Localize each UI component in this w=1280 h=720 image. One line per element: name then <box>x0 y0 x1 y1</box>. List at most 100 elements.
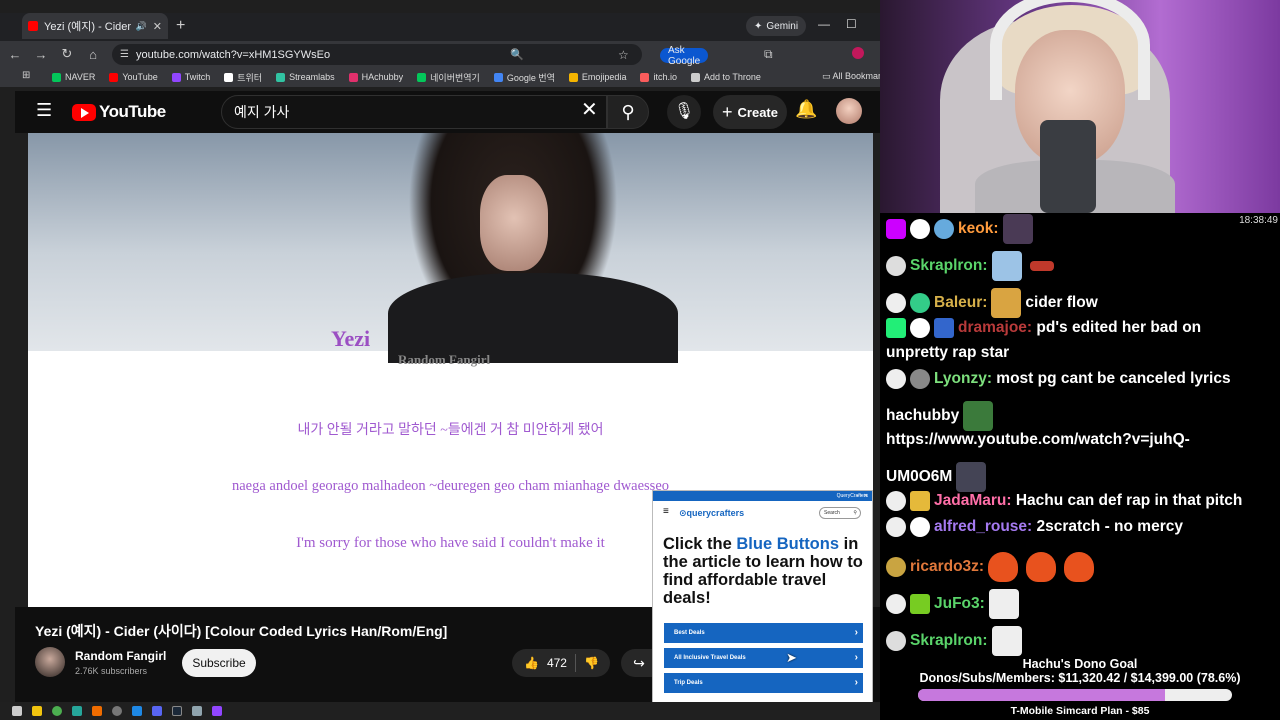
discord-icon[interactable] <box>152 706 162 716</box>
apps-icon[interactable]: ⊞ <box>22 70 30 81</box>
chrome-icon[interactable] <box>52 706 62 716</box>
bookmark-item[interactable]: Add to Throne <box>690 72 761 82</box>
chat-link[interactable]: UM0O6M <box>886 468 952 485</box>
bookmark-item[interactable]: 네이버번역기 <box>417 71 480 84</box>
emote-icon <box>1002 214 1033 244</box>
notifications-bell-icon[interactable]: 🔔 <box>795 99 817 120</box>
ad-window-controls-icon[interactable]: – ▫ ✕ <box>856 491 868 501</box>
app-icon[interactable] <box>132 706 142 716</box>
reload-icon[interactable]: ↻ <box>56 46 78 62</box>
ad-button-all-inclusive[interactable]: All Inclusive Travel Deals <box>664 648 863 668</box>
profile-icon[interactable] <box>852 47 864 59</box>
user-badge-icon <box>886 594 906 614</box>
create-button[interactable]: + Create <box>713 95 787 129</box>
tab-youtube[interactable]: Yezi (예지) - Cider (사이다) 🔊 ✕ <box>22 13 168 39</box>
chat-username[interactable]: JuFo3: <box>934 595 985 612</box>
steam-icon[interactable] <box>172 706 182 716</box>
app-icon[interactable] <box>72 706 82 716</box>
webcam-feed <box>880 0 1280 213</box>
chat-username[interactable]: Skraplron: <box>910 632 988 649</box>
search-input[interactable]: 예지 가사 <box>221 95 607 129</box>
chat-username[interactable]: Skraplron: <box>910 257 988 274</box>
home-icon[interactable]: ⌂ <box>82 47 104 62</box>
maximize-icon[interactable]: ☐ <box>846 17 857 31</box>
thumbs-down-icon[interactable]: 👎 <box>584 656 599 670</box>
extensions-icon[interactable]: ⧉ <box>764 47 773 62</box>
ad-button-trip-deals[interactable]: Trip Deals <box>664 673 863 693</box>
chat-username[interactable]: keok: <box>958 220 999 237</box>
bookmark-item[interactable]: Twitch <box>171 72 210 82</box>
twitch-icon[interactable] <box>212 706 222 716</box>
account-avatar[interactable] <box>836 98 862 124</box>
ad-menu-icon[interactable]: ≡ <box>663 506 669 517</box>
browser-window: Yezi (예지) - Cider (사이다) 🔊 ✕ + ✦Gemini — … <box>0 0 886 711</box>
chat-username[interactable]: Baleur: <box>934 294 987 311</box>
chat-username[interactable]: ricardo3z: <box>910 558 984 575</box>
user-badge-icon <box>886 557 906 577</box>
chat-link[interactable]: https://www.youtube.com/watch?v=juhQ- <box>886 427 1190 452</box>
new-tab-button[interactable]: + <box>176 17 185 35</box>
chat-text: Hachu can def rap in that pitch <box>1015 492 1243 509</box>
lyric-hangul: 내가 안될 거라고 말하던 ~들에겐 거 참 미안하게 됐어 <box>297 423 604 438</box>
back-icon[interactable]: ← <box>4 47 26 62</box>
bookmark-item[interactable]: YouTube <box>109 72 158 82</box>
bookmark-item[interactable]: Streamlabs <box>276 72 335 82</box>
chat-username[interactable]: Lyonzy: <box>934 370 992 387</box>
obs-icon[interactable] <box>112 706 122 716</box>
site-info-icon[interactable]: ☰ <box>120 49 129 60</box>
zoom-icon[interactable]: 🔍 <box>510 48 524 61</box>
divider <box>574 654 576 672</box>
gemini-icon: ✦ <box>754 20 763 32</box>
fire-emote-icon <box>1026 552 1057 582</box>
chat-username[interactable]: dramajoe: <box>958 319 1032 336</box>
audio-icon[interactable]: 🔊 <box>136 21 147 32</box>
voice-search-icon[interactable]: 🎙 <box>667 95 701 129</box>
tab-bar: Yezi (예지) - Cider (사이다) 🔊 ✕ + ✦Gemini — … <box>0 13 880 41</box>
address-bar[interactable]: ☰ youtube.com/watch?v=xHM1SGYWsEo 🔍 Ask … <box>112 44 709 67</box>
all-bookmarks[interactable]: ▭ All Bookmark <box>822 71 886 82</box>
chat-message: JadaMaru: Hachu can def rap in that pitc… <box>886 488 1242 513</box>
bookmark-item[interactable]: itch.io <box>640 72 677 82</box>
ad-search-input[interactable]: Search ⚲ <box>819 507 861 519</box>
bookmark-item[interactable]: HAchubby <box>348 72 403 82</box>
chat-message: alfred_rouse: 2scratch - no mercy <box>886 514 1183 539</box>
chat-text: cider flow <box>1025 294 1098 312</box>
search-button[interactable]: ⚲ <box>607 95 649 129</box>
start-icon[interactable] <box>12 706 22 716</box>
menu-icon[interactable]: ☰ <box>36 100 52 121</box>
bookmark-item[interactable]: Google 번역 <box>493 71 555 84</box>
ad-button-best-deals[interactable]: Best Deals <box>664 623 863 643</box>
like-button[interactable]: 👍 472 <box>512 656 567 670</box>
ad-search-label: Search <box>824 510 840 516</box>
close-tab-icon[interactable]: ✕ <box>153 20 162 33</box>
explorer-icon[interactable] <box>32 706 42 716</box>
subscribe-button[interactable]: Subscribe <box>182 649 256 677</box>
like-count: 472 <box>546 656 567 670</box>
clear-search-icon[interactable]: ✕ <box>581 97 598 122</box>
bookmark-favicon-icon <box>224 72 234 82</box>
channel-watermark: Random Fangirl <box>398 352 491 367</box>
ad-brand[interactable]: ⊙querycrafters <box>679 508 744 519</box>
goal-progress-fill <box>918 689 1165 701</box>
user-badge-icon <box>910 594 930 614</box>
bookmark-item[interactable]: Emojipedia <box>568 72 626 82</box>
cat-emote-icon <box>988 589 1019 619</box>
ad-headline-pre: Click the <box>663 535 737 553</box>
channel-name[interactable]: Random Fangirl <box>75 649 166 663</box>
bookmark-item[interactable]: NAVER <box>52 72 95 82</box>
youtube-header: ☰ YouTube 예지 가사 ✕ ⚲ 🎙 + Create 🔔 <box>15 91 880 133</box>
youtube-logo[interactable]: YouTube <box>72 102 166 122</box>
forward-icon[interactable]: → <box>30 47 52 62</box>
channel-avatar[interactable] <box>35 647 65 677</box>
chat-panel: 18:38:49 keok: Skraplron: Baleur: cider f… <box>880 213 1280 720</box>
ask-google-button[interactable]: Ask Google <box>660 45 709 67</box>
chat-username[interactable]: alfred_rouse: <box>934 518 1032 535</box>
bookmark-item[interactable]: 트위터 <box>224 71 262 84</box>
minimize-icon[interactable]: — <box>818 17 830 31</box>
bookmark-star-icon[interactable]: ☆ <box>618 48 629 62</box>
chat-username[interactable]: JadaMaru: <box>934 492 1012 509</box>
app-icon[interactable] <box>192 706 202 716</box>
ad-navbar: ≡ ⊙querycrafters Search ⚲ <box>653 501 872 523</box>
app-icon[interactable] <box>92 706 102 716</box>
gemini-button[interactable]: ✦ Gemini <box>746 16 807 36</box>
